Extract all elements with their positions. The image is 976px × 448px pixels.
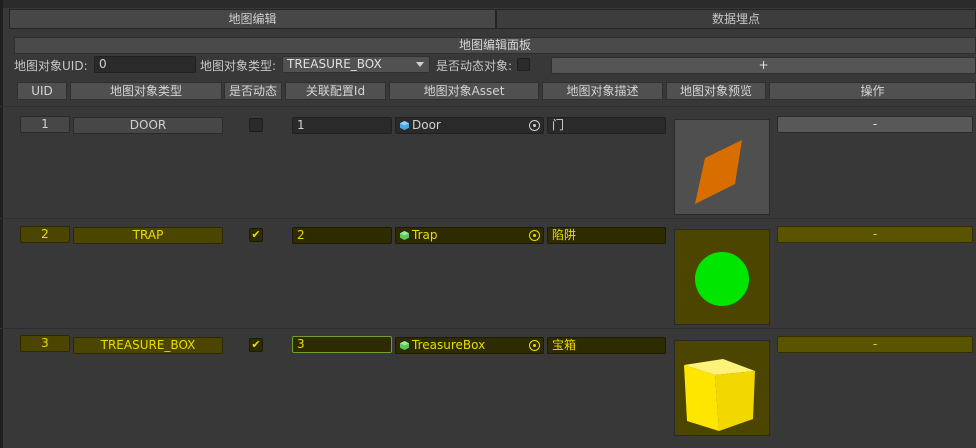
prefab-icon: [400, 341, 409, 350]
uid-label: 地图对象UID:: [14, 59, 88, 73]
row-asset-field[interactable]: TreasureBox: [395, 337, 544, 354]
col-header-uid: UID: [17, 82, 67, 100]
col-header-description: 地图对象描述: [542, 82, 663, 100]
row-separator: [0, 106, 976, 107]
row-asset-name: Trap: [412, 228, 438, 242]
row-config-id-input[interactable]: 1: [292, 117, 392, 134]
row-description-input[interactable]: 陷阱: [547, 227, 666, 244]
col-header-preview: 地图对象预览: [666, 82, 766, 100]
row-config-id-input[interactable]: 3: [292, 336, 392, 353]
row-uid[interactable]: 1: [20, 116, 70, 133]
add-object-toolbar: 地图对象UID: 0 地图对象类型: TREASURE_BOX 是否动态对象: …: [0, 56, 976, 74]
tab-data-tracking[interactable]: 数据埋点: [496, 9, 976, 29]
row-preview: [674, 119, 770, 215]
row-description-input[interactable]: 宝箱: [547, 337, 666, 354]
row-preview: [674, 229, 770, 325]
door-preview-icon: [695, 140, 742, 204]
row-type-dropdown[interactable]: TREASURE_BOX: [73, 337, 223, 354]
window-top-strip: [0, 0, 976, 8]
row-remove-button[interactable]: -: [777, 336, 973, 353]
col-header-type: 地图对象类型: [70, 82, 222, 100]
chevron-down-icon: [416, 62, 424, 67]
tab-map-edit[interactable]: 地图编辑: [9, 9, 496, 29]
row-asset-name: Door: [412, 118, 441, 132]
row-config-id-input[interactable]: 2: [292, 227, 392, 244]
row-type-dropdown[interactable]: DOOR: [73, 117, 223, 134]
col-header-config-id: 关联配置Id: [285, 82, 386, 100]
row-asset-field[interactable]: Trap: [395, 227, 544, 244]
row-description-input[interactable]: 门: [547, 117, 666, 134]
row-uid[interactable]: 2: [20, 226, 70, 243]
type-dropdown[interactable]: TREASURE_BOX: [282, 56, 430, 73]
row-separator: [0, 218, 976, 219]
col-header-action: 操作: [769, 82, 976, 100]
panel-title: 地图编辑面板: [14, 37, 976, 54]
row-remove-button[interactable]: -: [777, 226, 973, 243]
row-uid[interactable]: 3: [20, 335, 70, 352]
prefab-icon: [400, 121, 409, 130]
object-picker-icon[interactable]: [529, 230, 540, 241]
row-type-dropdown[interactable]: TRAP: [73, 227, 223, 244]
object-picker-icon[interactable]: [529, 120, 540, 131]
tab-bar: 地图编辑 数据埋点: [9, 9, 976, 29]
row-asset-name: TreasureBox: [412, 338, 486, 352]
row-separator: [0, 328, 976, 329]
treasure-box-preview-icon: [684, 359, 755, 431]
row-asset-field[interactable]: Door: [395, 117, 544, 134]
col-header-asset: 地图对象Asset: [389, 82, 539, 100]
row-dynamic-checkbox[interactable]: ✔: [249, 338, 263, 352]
row-dynamic-checkbox[interactable]: [249, 118, 263, 132]
dynamic-checkbox[interactable]: [517, 58, 530, 71]
trap-preview-icon: [695, 252, 749, 306]
dynamic-label: 是否动态对象:: [436, 59, 513, 73]
row-dynamic-checkbox[interactable]: ✔: [249, 228, 263, 242]
row-preview: [674, 340, 770, 436]
prefab-icon: [400, 231, 409, 240]
table-header: UID 地图对象类型 是否动态 关联配置Id 地图对象Asset 地图对象描述 …: [0, 82, 976, 100]
type-dropdown-value: TREASURE_BOX: [287, 57, 382, 71]
uid-input[interactable]: 0: [94, 56, 196, 73]
type-label: 地图对象类型:: [200, 59, 277, 73]
col-header-dynamic: 是否动态: [224, 82, 282, 100]
object-picker-icon[interactable]: [529, 340, 540, 351]
add-object-button[interactable]: +: [551, 57, 976, 74]
row-remove-button[interactable]: -: [777, 116, 973, 133]
